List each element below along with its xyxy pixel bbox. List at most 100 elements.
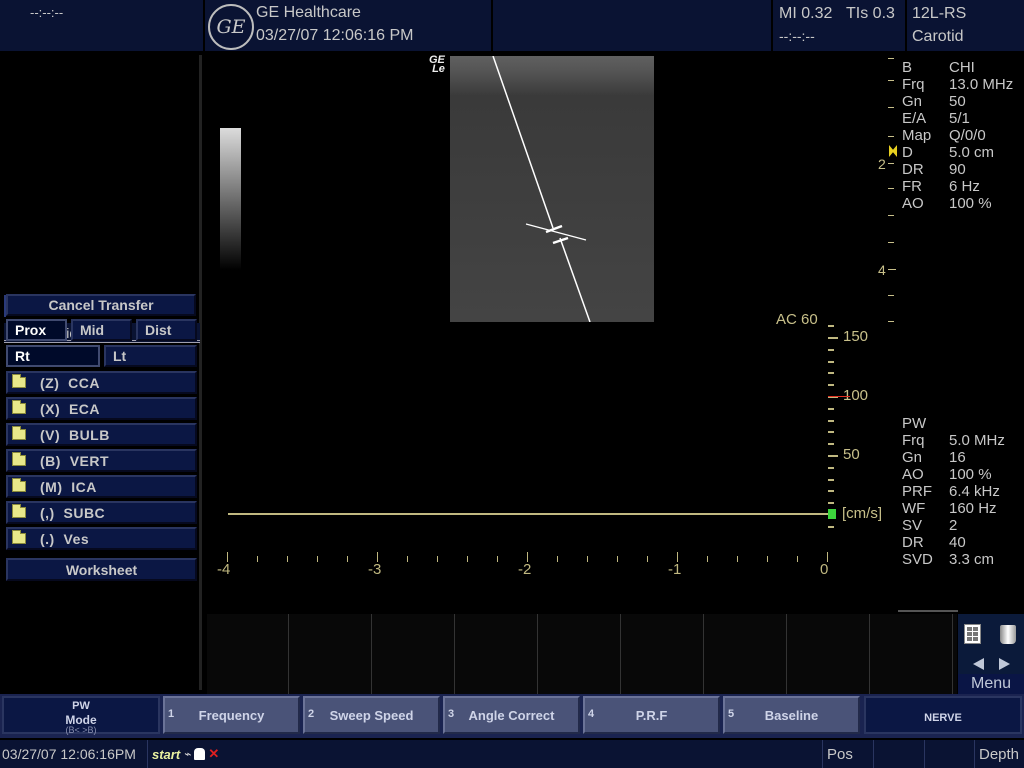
- folder-label: VERT: [69, 452, 110, 469]
- velocity-label-50: 50: [843, 446, 860, 463]
- side-lt-button[interactable]: Lt: [104, 345, 197, 367]
- folder-cca[interactable]: (Z) CCA: [6, 371, 197, 394]
- menu-button[interactable]: Menu: [958, 674, 1024, 694]
- softkey-label: P.R.F: [635, 708, 668, 723]
- nerve-button[interactable]: NERVE: [864, 696, 1022, 734]
- time-label: -1: [668, 561, 682, 578]
- network-icon[interactable]: ⌁: [184, 747, 191, 761]
- mechanical-index: MI 0.32: [779, 5, 833, 22]
- left-arrow-icon[interactable]: [973, 658, 984, 670]
- velocity-minor-tick: [828, 431, 834, 433]
- depth-tick: [888, 269, 896, 270]
- status-depth[interactable]: Depth: [974, 740, 1024, 768]
- depth-tick: [888, 80, 894, 81]
- softkey-baseline[interactable]: 5 Baseline: [723, 696, 860, 734]
- softkey-angle-correct[interactable]: 3 Angle Correct: [443, 696, 580, 734]
- folder-icon: [12, 400, 26, 414]
- param-key: Map: [902, 127, 932, 144]
- time-minor-tick: [797, 556, 798, 562]
- folder-icon: [12, 426, 26, 440]
- start-button[interactable]: start: [152, 747, 180, 762]
- folder-key: (Z): [40, 374, 60, 391]
- thumbnail-slot[interactable]: [207, 614, 289, 694]
- param-value: 50: [949, 93, 966, 110]
- time-minor-tick: [497, 556, 498, 562]
- folder-label: BULB: [68, 426, 110, 443]
- bmode-image[interactable]: [450, 56, 654, 322]
- velocity-minor-tick: [828, 502, 834, 504]
- velocity-minor-tick: [828, 384, 834, 386]
- folder-bulb[interactable]: (V) BULB: [6, 423, 197, 446]
- softkey-label: Frequency: [198, 708, 265, 723]
- param-key: SVD: [902, 551, 933, 568]
- folder-key: (B): [40, 452, 61, 469]
- segment-mid-button[interactable]: Mid: [71, 319, 132, 341]
- baseline-marker-icon[interactable]: [828, 509, 836, 519]
- right-arrow-icon[interactable]: [999, 658, 1010, 670]
- lock-icon[interactable]: [194, 748, 206, 760]
- focus-marker-icon[interactable]: [889, 145, 897, 157]
- status-tray: start ⌁ ✕: [147, 740, 242, 768]
- folder-key: (X): [40, 400, 61, 417]
- time-minor-tick: [557, 556, 558, 562]
- velocity-minor-tick: [828, 467, 834, 469]
- param-value: 5/1: [949, 110, 970, 127]
- thumbnail-slot[interactable]: [871, 614, 953, 694]
- preset-name: Carotid: [912, 28, 964, 45]
- worksheet-grid-icon[interactable]: [964, 624, 981, 644]
- velocity-minor-tick: [828, 490, 834, 492]
- disconnected-icon[interactable]: ✕: [208, 746, 219, 762]
- left-panel: 1:95 (7.5:22.5 s) ◆ Carotid Cancel Trans…: [0, 55, 202, 690]
- param-key: SV: [902, 517, 923, 534]
- velocity-minor-tick: [828, 361, 834, 363]
- trash-can-icon[interactable]: [1000, 625, 1016, 644]
- status-pos[interactable]: Pos: [822, 740, 873, 768]
- velocity-major-tick: [828, 455, 838, 457]
- depth-tick: [888, 58, 894, 59]
- velocity-minor-tick: [828, 408, 834, 410]
- time-label: -4: [217, 561, 231, 578]
- time-minor-tick: [257, 556, 258, 562]
- segment-prox-button[interactable]: Prox: [6, 319, 67, 341]
- header-empty-cell: [493, 0, 773, 53]
- thumbnail-slot[interactable]: [539, 614, 621, 694]
- thumbnail-slot[interactable]: [705, 614, 787, 694]
- depth-tick: [888, 321, 894, 322]
- thumbnail-slot[interactable]: [622, 614, 704, 694]
- folder-ica[interactable]: (M) ICA: [6, 475, 197, 498]
- softkey-prf[interactable]: 4 P.R.F: [583, 696, 720, 734]
- thumbnail-slot[interactable]: [456, 614, 538, 694]
- param-key: D: [902, 144, 913, 161]
- status-empty-2: [924, 740, 974, 768]
- softkey-sweep-speed[interactable]: 2 Sweep Speed: [303, 696, 440, 734]
- folder-key: (.): [40, 530, 55, 547]
- thumbnail-slot[interactable]: [788, 614, 870, 694]
- cancel-transfer-button[interactable]: Cancel Transfer: [6, 294, 196, 316]
- grayscale-bar: [220, 128, 241, 270]
- param-key: E/A: [902, 110, 927, 127]
- pw-mode-button[interactable]: PW Mode (B< >B): [2, 696, 160, 735]
- thumbnail-slot[interactable]: [373, 614, 455, 694]
- segment-dist-button[interactable]: Dist: [136, 319, 197, 341]
- param-key: DR: [902, 534, 924, 551]
- ge-orientation-mark: GE Le: [429, 55, 445, 75]
- header-left-cell: --:--:--: [0, 0, 205, 53]
- folder-eca[interactable]: (X) ECA: [6, 397, 197, 420]
- spectral-baseline[interactable]: [228, 513, 832, 515]
- folder-ves[interactable]: (.) Ves: [6, 527, 197, 550]
- param-key: AO: [902, 466, 924, 483]
- folder-icon: [12, 478, 26, 492]
- folder-vert[interactable]: (B) VERT: [6, 449, 197, 472]
- thumbnail-slot[interactable]: [290, 614, 372, 694]
- mode-line3: (B< >B): [65, 725, 97, 735]
- velocity-major-tick: [828, 337, 838, 339]
- folder-icon: [12, 374, 26, 388]
- param-value: 6 Hz: [949, 178, 980, 195]
- worksheet-button[interactable]: Worksheet: [6, 558, 197, 581]
- softkey-frequency[interactable]: 1 Frequency: [163, 696, 300, 734]
- folder-subc[interactable]: (,) SUBC: [6, 501, 197, 524]
- side-rt-button[interactable]: Rt: [6, 345, 100, 367]
- menu-panel: Menu: [958, 614, 1024, 694]
- top-header: --:--:-- GE GE Healthcare 03/27/07 12:06…: [0, 0, 1024, 53]
- ge-mark-bottom: Le: [432, 63, 445, 75]
